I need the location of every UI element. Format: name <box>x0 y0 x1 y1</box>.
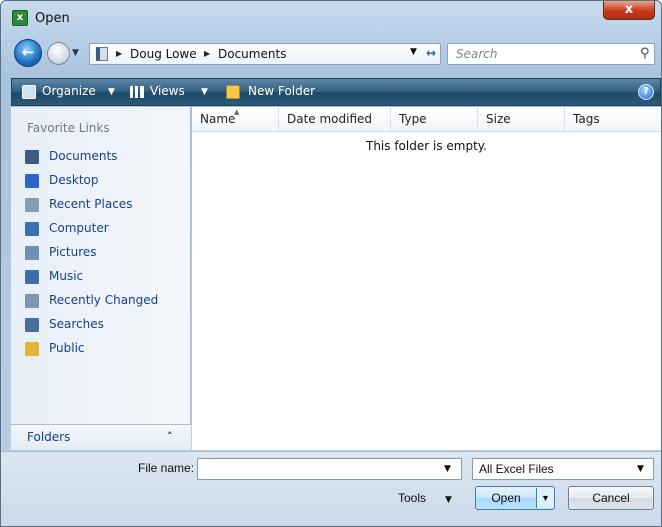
open-button[interactable]: Open ▼ <box>475 486 555 510</box>
nav-item-pictures[interactable]: Pictures <box>23 243 187 263</box>
nav-item-label: Public <box>49 341 85 355</box>
tools-button[interactable]: Tools <box>398 491 426 505</box>
refresh-icon[interactable]: ↔ <box>419 43 443 65</box>
views-dropdown-icon[interactable]: ▼ <box>201 87 208 97</box>
sort-up-icon: ▲ <box>234 108 240 116</box>
new-folder-button[interactable]: New Folder <box>248 84 315 98</box>
column-header-label: Date modified <box>287 112 373 126</box>
history-dropdown-icon[interactable]: ▼ <box>72 48 79 58</box>
nav-item-label: Pictures <box>49 245 97 259</box>
column-header-label: Size <box>486 112 511 126</box>
nav-item-music[interactable]: Music <box>23 267 187 287</box>
file-name-field[interactable]: ▼ <box>197 458 462 480</box>
title-bar: x Open x <box>1 1 661 35</box>
organize-icon <box>22 85 36 99</box>
command-bar: Organize ▼ Views ▼ New Folder ? <box>11 78 661 106</box>
chevron-right-icon[interactable]: ▶ <box>116 49 122 58</box>
open-split-dropdown-icon[interactable]: ▼ <box>536 488 554 508</box>
nav-item-label: Recently Changed <box>49 293 159 307</box>
address-bar[interactable]: ▶ Doug Lowe ▶ Documents <box>89 43 441 65</box>
public-icon <box>25 342 39 356</box>
empty-folder-message: This folder is empty. <box>366 139 487 153</box>
open-dialog: x Open x ← ▼ ▶ Doug Lowe ▶ Documents ▼ ↔… <box>0 0 662 527</box>
column-header-type[interactable]: Type <box>391 107 478 132</box>
search-input[interactable]: Search ⚲ <box>447 43 655 65</box>
nav-item-computer[interactable]: Computer <box>23 219 187 239</box>
column-header-name[interactable]: Name ▲ <box>192 107 279 132</box>
nav-item-recent-places[interactable]: Recent Places <box>23 195 187 215</box>
folder-icon <box>96 47 108 61</box>
tools-dropdown-icon[interactable]: ▼ <box>445 495 452 505</box>
column-header-date-modified[interactable]: Date modified <box>279 107 391 132</box>
breadcrumb-documents[interactable]: Documents <box>218 47 286 61</box>
documents-icon <box>25 150 39 164</box>
favorite-links-header: Favorite Links <box>27 121 110 135</box>
window-title: Open <box>35 11 70 26</box>
file-name-label: File name: <box>138 461 195 475</box>
nav-item-searches[interactable]: Searches <box>23 315 187 335</box>
organize-dropdown-icon[interactable]: ▼ <box>108 87 115 97</box>
folders-toggle[interactable]: Folders ˄ <box>11 424 191 450</box>
back-button[interactable]: ← <box>14 39 42 67</box>
open-button-label: Open <box>491 491 521 505</box>
file-name-dropdown-icon[interactable]: ▼ <box>444 464 451 474</box>
organize-button[interactable]: Organize <box>42 84 96 98</box>
views-icon <box>130 86 144 98</box>
search-placeholder: Search <box>456 47 498 61</box>
nav-item-desktop[interactable]: Desktop <box>23 171 187 191</box>
nav-item-label: Recent Places <box>49 197 133 211</box>
recent-places-icon <box>25 198 39 212</box>
chevron-up-icon[interactable]: ˄ <box>167 430 173 443</box>
chevron-down-icon[interactable]: ▼ <box>637 464 644 474</box>
dialog-footer: File name: ▼ All Excel Files ▼ Tools ▼ O… <box>1 451 661 526</box>
nav-item-label: Music <box>49 269 84 283</box>
column-header-label: Tags <box>573 112 600 126</box>
views-button[interactable]: Views <box>150 84 185 98</box>
file-list: Name ▲ Date modified Type Size Tags This… <box>192 107 661 450</box>
excel-icon: x <box>12 10 28 26</box>
desktop-icon <box>25 174 39 188</box>
chevron-right-icon[interactable]: ▶ <box>204 49 210 58</box>
address-row: ← ▼ ▶ Doug Lowe ▶ Documents ▼ ↔ Search ⚲ <box>1 37 661 69</box>
address-dropdown-icon[interactable]: ▼ <box>410 47 417 57</box>
nav-item-documents[interactable]: Documents <box>23 147 187 167</box>
help-icon[interactable]: ? <box>638 84 654 100</box>
column-header-label: Name <box>200 112 236 126</box>
new-folder-icon <box>226 85 240 99</box>
file-type-select[interactable]: All Excel Files ▼ <box>472 458 654 480</box>
nav-item-label: Desktop <box>49 173 99 187</box>
search-icon[interactable]: ⚲ <box>640 46 650 61</box>
folders-label: Folders <box>27 430 71 444</box>
nav-item-label: Searches <box>49 317 104 331</box>
cancel-button[interactable]: Cancel <box>568 486 654 510</box>
file-type-value: All Excel Files <box>479 462 554 476</box>
close-button[interactable]: x <box>603 1 655 20</box>
forward-button[interactable] <box>47 42 70 65</box>
computer-icon <box>25 222 39 236</box>
nav-item-recently-changed[interactable]: Recently Changed <box>23 291 187 311</box>
navigation-pane: Favorite Links Documents Desktop Recent Pl… <box>11 107 191 450</box>
nav-item-label: Documents <box>49 149 118 163</box>
searches-icon <box>25 318 39 332</box>
breadcrumb-doug-lowe[interactable]: Doug Lowe <box>130 47 197 61</box>
column-header-label: Type <box>399 112 427 126</box>
nav-item-public[interactable]: Public <box>23 339 187 359</box>
column-header-tags[interactable]: Tags <box>565 107 661 132</box>
column-header-size[interactable]: Size <box>478 107 565 132</box>
recently-changed-icon <box>25 294 39 308</box>
pictures-icon <box>25 246 39 260</box>
nav-item-label: Computer <box>49 221 109 235</box>
music-icon <box>25 270 39 284</box>
